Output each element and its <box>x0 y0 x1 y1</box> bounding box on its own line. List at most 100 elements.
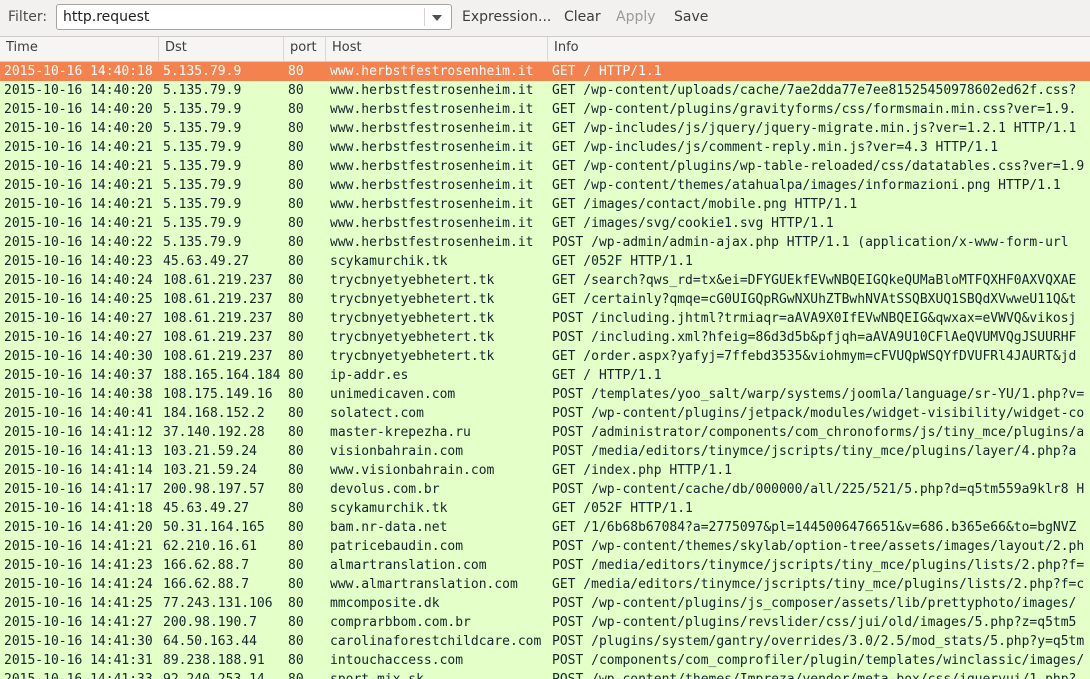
cell-time: 2015-10-16 14:41:12 <box>4 425 153 440</box>
column-header-host[interactable]: Host <box>326 37 548 61</box>
table-row[interactable]: 2015-10-16 14:41:13 103.21.59.24 80 visionb… <box>0 442 1090 461</box>
cell-time: 2015-10-16 14:40:38 <box>4 387 153 402</box>
cell-dst: 200.98.190.7 <box>163 615 257 630</box>
table-row[interactable]: 2015-10-16 14:41:17 200.98.197.57 80 devolu… <box>0 480 1090 499</box>
column-header-dst[interactable]: Dst <box>159 37 284 61</box>
table-row[interactable]: 2015-10-16 14:40:21 5.135.79.9 80 www.herbs… <box>0 195 1090 214</box>
cell-info: GET /media/editors/tinymce/jscripts/tiny… <box>552 577 1085 592</box>
cell-time: 2015-10-16 14:40:18 <box>4 64 153 79</box>
packet-list-header: Time Dst port Host Info <box>0 37 1090 62</box>
cell-info: GET /images/svg/cookie1.svg HTTP/1.1 <box>552 216 834 231</box>
table-row[interactable]: 2015-10-16 14:40:21 5.135.79.9 80 www.herbs… <box>0 176 1090 195</box>
table-row[interactable]: 2015-10-16 14:41:23 166.62.88.7 80 almartra… <box>0 556 1090 575</box>
table-row[interactable]: 2015-10-16 14:41:31 89.238.188.91 80 intouc… <box>0 651 1090 670</box>
table-row[interactable]: 2015-10-16 14:41:24 166.62.88.7 80 www.alma… <box>0 575 1090 594</box>
cell-dst: 62.210.16.61 <box>163 539 257 554</box>
chevron-down-icon[interactable] <box>432 15 442 21</box>
table-row[interactable]: 2015-10-16 14:41:21 62.210.16.61 80 patrice… <box>0 537 1090 556</box>
table-row[interactable]: 2015-10-16 14:40:27 108.61.219.237 80 trycb… <box>0 328 1090 347</box>
table-row[interactable]: 2015-10-16 14:40:20 5.135.79.9 80 www.herbs… <box>0 100 1090 119</box>
cell-port: 80 <box>288 254 304 269</box>
table-row[interactable]: 2015-10-16 14:40:24 108.61.219.237 80 trycb… <box>0 271 1090 290</box>
table-row[interactable]: 2015-10-16 14:40:20 5.135.79.9 80 www.herbs… <box>0 81 1090 100</box>
table-row[interactable]: 2015-10-16 14:40:38 108.175.149.16 80 unime… <box>0 385 1090 404</box>
cell-time: 2015-10-16 14:40:21 <box>4 178 153 193</box>
cell-dst: 103.21.59.24 <box>163 463 257 478</box>
cell-host: almartranslation.com <box>330 558 487 573</box>
cell-info: GET /052F HTTP/1.1 <box>552 254 693 269</box>
table-row[interactable]: 2015-10-16 14:40:41 184.168.152.2 80 solate… <box>0 404 1090 423</box>
save-button[interactable]: Save <box>674 9 708 25</box>
cell-info: POST /media/editors/tinymce/jscripts/tin… <box>552 558 1085 573</box>
cell-dst: 5.135.79.9 <box>163 140 242 155</box>
cell-port: 80 <box>288 178 304 193</box>
table-row[interactable]: 2015-10-16 14:41:25 77.243.131.106 80 mmcom… <box>0 594 1090 613</box>
cell-dst: 108.175.149.16 <box>163 387 273 402</box>
column-header-time[interactable]: Time <box>0 37 159 61</box>
table-row[interactable]: 2015-10-16 14:40:21 5.135.79.9 80 www.herbs… <box>0 138 1090 157</box>
column-header-info[interactable]: Info <box>548 37 1090 61</box>
cell-dst: 108.61.219.237 <box>163 273 273 288</box>
table-row[interactable]: 2015-10-16 14:40:22 5.135.79.9 80 www.herbs… <box>0 233 1090 252</box>
clear-button[interactable]: Clear <box>564 9 601 25</box>
cell-info: POST /components/com_comprofiler/plugin/… <box>552 653 1085 668</box>
table-row[interactable]: 2015-10-16 14:40:25 108.61.219.237 80 trycb… <box>0 290 1090 309</box>
table-row[interactable]: 2015-10-16 14:40:20 5.135.79.9 80 www.herbs… <box>0 119 1090 138</box>
table-row[interactable]: 2015-10-16 14:40:27 108.61.219.237 80 trycb… <box>0 309 1090 328</box>
cell-port: 80 <box>288 292 304 307</box>
table-row[interactable]: 2015-10-16 14:41:14 103.21.59.24 80 www.vis… <box>0 461 1090 480</box>
cell-port: 80 <box>288 83 304 98</box>
filter-input-text[interactable]: http.request <box>63 9 149 25</box>
cell-port: 80 <box>288 671 326 679</box>
cell-port: 80 <box>288 501 304 516</box>
column-header-port[interactable]: port <box>284 37 326 61</box>
cell-time: 2015-10-16 14:41:13 <box>4 444 153 459</box>
cell-port: 80 <box>288 520 304 535</box>
cell-info: POST /media/editors/tinymce/jscripts/tin… <box>552 444 1077 459</box>
cell-port: 80 <box>288 235 304 250</box>
cell-time: 2015-10-16 14:40:23 <box>4 254 153 269</box>
cell-time: 2015-10-16 14:40:24 <box>4 273 153 288</box>
cell-port: 80 <box>288 387 304 402</box>
cell-info: POST /wp-content/cache/db/000000/all/225… <box>552 482 1085 497</box>
cell-port: 80 <box>288 482 304 497</box>
apply-button[interactable]: Apply <box>616 9 656 25</box>
table-row[interactable]: 2015-10-16 14:41:27 200.98.190.7 80 comprar… <box>0 613 1090 632</box>
table-row[interactable]: 2015-10-16 14:40:21 5.135.79.9 80 www.herbs… <box>0 214 1090 233</box>
table-row[interactable]: 2015-10-16 14:41:12 37.140.192.28 80 master… <box>0 423 1090 442</box>
cell-port: 80 <box>288 311 304 326</box>
expression-button[interactable]: Expression... <box>462 9 551 25</box>
table-row[interactable]: 2015-10-16 14:41:30 64.50.163.44 80 carolin… <box>0 632 1090 651</box>
cell-host: www.herbstfestrosenheim.it <box>330 178 534 193</box>
cell-host: solatect.com <box>330 406 424 421</box>
cell-port: 80 <box>288 330 304 345</box>
table-row[interactable]: 2015-10-16 14:41:18 45.63.49.27 80 scykamur… <box>0 499 1090 518</box>
cell-dst: 5.135.79.9 <box>163 64 242 79</box>
filter-toolbar: Filter: http.request Expression... Clear… <box>0 0 1090 37</box>
table-row[interactable]: 2015-10-16 14:40:37 188.165.164.184 80 ip-a… <box>0 366 1090 385</box>
cell-info: POST /wp-content/plugins/js_composer/ass… <box>552 596 1077 611</box>
cell-dst: 92.240.253.14 <box>163 671 284 679</box>
cell-info: POST /wp-content/themes/Impreza/vendor/m… <box>552 671 1090 679</box>
cell-host: trycbnyetyebhetert.tk <box>330 349 495 364</box>
cell-host: devolus.com.br <box>330 482 440 497</box>
table-row[interactable]: 2015-10-16 14:41:20 50.31.164.165 80 bam.nr… <box>0 518 1090 537</box>
cell-host: trycbnyetyebhetert.tk <box>330 330 495 345</box>
cell-time: 2015-10-16 14:40:21 <box>4 216 153 231</box>
table-row-selected[interactable]: 2015-10-16 14:40:18 5.135.79.9 80 www.herbs… <box>0 62 1090 81</box>
cell-dst: 45.63.49.27 <box>163 501 250 516</box>
cell-dst: 5.135.79.9 <box>163 178 242 193</box>
cell-host: visionbahrain.com <box>330 444 464 459</box>
table-row[interactable]: 2015-10-16 14:40:21 5.135.79.9 80 www.herbs… <box>0 157 1090 176</box>
cell-host: www.herbstfestrosenheim.it <box>330 64 534 79</box>
filter-input[interactable]: http.request <box>56 4 452 30</box>
cell-port: 80 <box>288 216 304 231</box>
table-row[interactable]: 2015-10-16 14:40:30 108.61.219.237 80 trycb… <box>0 347 1090 366</box>
cell-info: GET /search?qws_rd=tx&ei=DFYGUEkfEVwNBQE… <box>552 273 1077 288</box>
table-row[interactable]: 2015-10-16 14:40:23 45.63.49.27 80 scykamur… <box>0 252 1090 271</box>
table-row[interactable]: 2015-10-16 14:41:3392.240.253.14 80 sport-… <box>0 670 1090 679</box>
cell-host: www.herbstfestrosenheim.it <box>330 140 534 155</box>
cell-dst: 5.135.79.9 <box>163 159 242 174</box>
cell-dst: 5.135.79.9 <box>163 83 242 98</box>
cell-dst: 5.135.79.9 <box>163 102 242 117</box>
